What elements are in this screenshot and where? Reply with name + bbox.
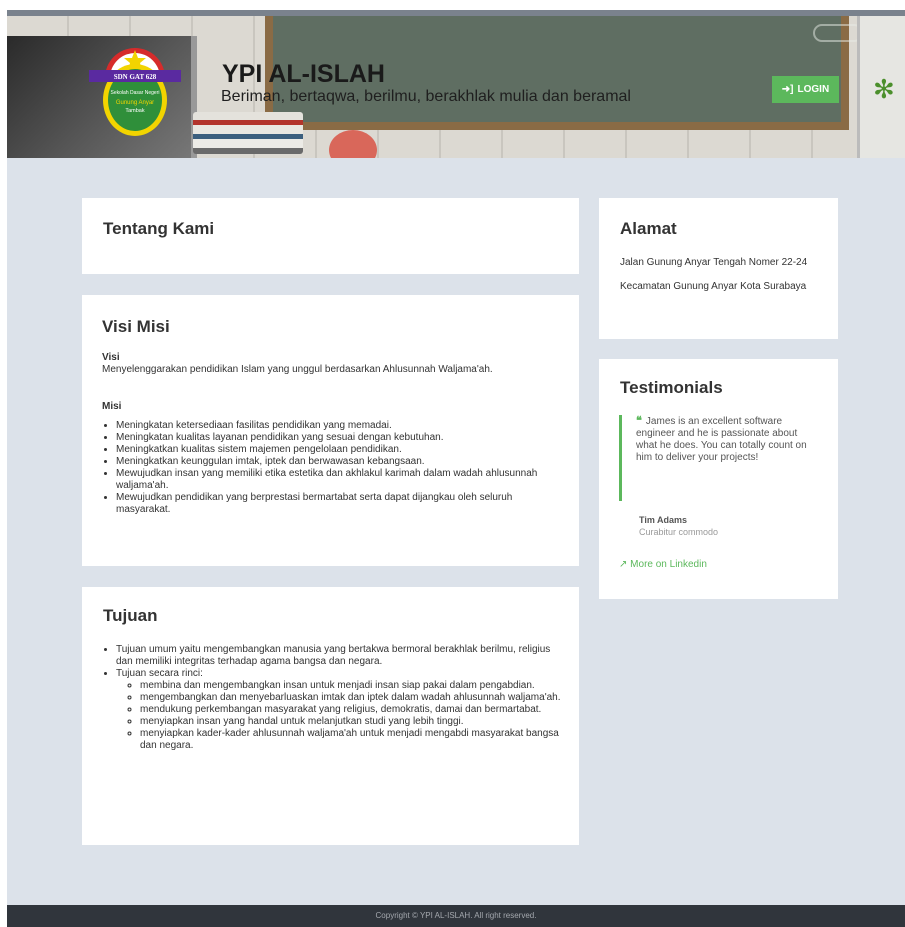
testimonials-title: Testimonials [620, 378, 723, 397]
testimonials-panel: Testimonials ❝ James is an excellent soft… [599, 359, 838, 599]
tujuan-panel: Tujuan Tujuan umum yaitu mengembangkan m… [82, 587, 579, 845]
misi-item: Meningkatkan keunggulan imtak, iptek dan… [116, 456, 552, 468]
misi-item: Meningkatan kualitas layanan pendidikan … [116, 432, 552, 444]
chalk-cloud [813, 24, 863, 42]
site-tagline: Beriman, bertaqwa, berilmu, berakhlak mu… [221, 88, 631, 105]
testimonial-quote: ❝ James is an excellent software engineer… [619, 415, 815, 501]
external-link-icon: ↗ [619, 559, 628, 570]
logo-text-line2: Gunung Anyar [116, 100, 154, 106]
plant-icon: ✻ [873, 74, 895, 104]
visi-misi-panel: Visi Misi Visi Menyelenggarakan pendidik… [82, 295, 579, 566]
misi-label: Misi [102, 401, 122, 412]
page: ✻ SDN GAT 628 Sekolah Dasar Negeri Gunun… [7, 16, 905, 927]
linkedin-link-label: More on Linkedin [630, 559, 707, 570]
logo-banner-text: SDN GAT 628 [114, 73, 157, 81]
tujuan-rinci-list: membina dan mengembangkan insan untuk me… [116, 680, 566, 752]
misi-item: Mewujudkan insan yang memiliki etika est… [116, 468, 552, 492]
testimonial-text: James is an excellent software engineer … [636, 416, 807, 463]
books-illustration [193, 112, 303, 154]
linkedin-link[interactable]: ↗ More on Linkedin [619, 559, 707, 570]
alamat-line2: Kecamatan Gunung Anyar Kota Surabaya [620, 281, 807, 292]
misi-item: Meningkatkan kualitas sistem majemen pen… [116, 444, 552, 456]
misi-item: Meningkatan ketersediaan fasilitas pendi… [116, 420, 552, 432]
tujuan-title: Tujuan [103, 606, 158, 625]
login-label: LOGIN [797, 84, 830, 95]
logo-text-line3: Tambak [125, 108, 145, 114]
site-title: YPI AL-ISLAH [222, 60, 385, 88]
tujuan-rinci-item: membina dan mengembangkan insan untuk me… [140, 680, 566, 692]
tentang-panel: Tentang Kami [82, 198, 579, 274]
alamat-line1: Jalan Gunung Anyar Tengah Nomer 22-24 [620, 257, 808, 268]
footer-copyright: Copyright © YPI AL-ISLAH. All right rese… [375, 911, 537, 920]
tujuan-rinci: Tujuan secara rinci: membina dan mengemb… [116, 668, 566, 752]
visi-misi-title: Visi Misi [102, 317, 170, 336]
quote-icon: ❝ [636, 415, 642, 427]
tujuan-rinci-item: mengembangkan dan menyebarluaskan imtak … [140, 692, 566, 704]
misi-item: Mewujudkan pendidikan yang berprestasi b… [116, 492, 552, 516]
misi-list: Meningkatan ketersediaan fasilitas pendi… [82, 420, 552, 516]
tujuan-rinci-label: Tujuan secara rinci: [116, 668, 203, 679]
visi-label: Visi [102, 352, 120, 363]
tentang-title: Tentang Kami [103, 219, 215, 238]
tujuan-rinci-item: menyiapkan insan yang handal untuk melan… [140, 716, 566, 728]
header-banner: ✻ SDN GAT 628 Sekolah Dasar Negeri Gunun… [7, 16, 905, 158]
testimonial-role: Curabitur commodo [639, 527, 719, 537]
footer: Copyright © YPI AL-ISLAH. All right rese… [7, 905, 905, 927]
tujuan-rinci-item: menyiapkan kader-kader ahlusunnah waljam… [140, 728, 566, 752]
tujuan-umum: Tujuan umum yaitu mengembangkan manusia … [116, 644, 566, 668]
login-button[interactable]: ➜] LOGIN [772, 76, 839, 103]
testimonial-author: Tim Adams [639, 515, 688, 525]
login-icon: ➜] [781, 84, 794, 95]
visi-text: Menyelenggarakan pendidikan Islam yang u… [102, 364, 493, 375]
school-logo: SDN GAT 628 Sekolah Dasar Negeri Gunung … [89, 48, 181, 136]
alamat-title: Alamat [620, 219, 677, 238]
logo-text-line1: Sekolah Dasar Negeri [111, 90, 160, 96]
tujuan-list: Tujuan umum yaitu mengembangkan manusia … [82, 644, 566, 752]
alamat-panel: Alamat Jalan Gunung Anyar Tengah Nomer 2… [599, 198, 838, 339]
tujuan-rinci-item: mendukung perkembangan masyarakat yang r… [140, 704, 566, 716]
